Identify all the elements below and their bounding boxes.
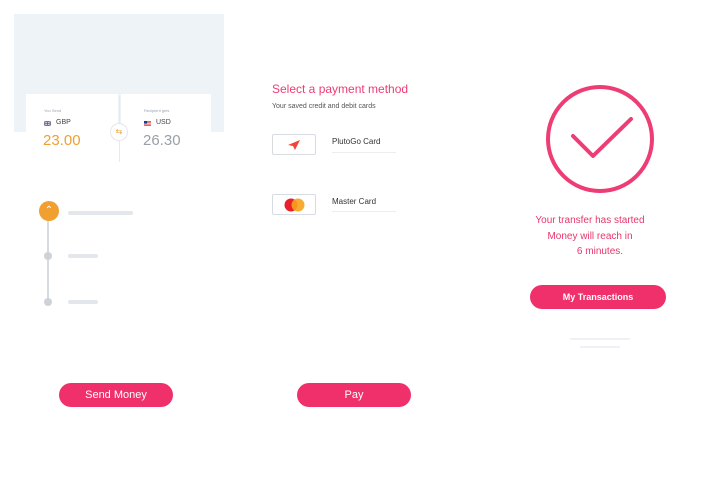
active-step-icon[interactable]: ⌃ <box>39 201 59 221</box>
mastercard-label[interactable]: Master Card <box>332 197 376 206</box>
transfer-started-text: Your transfer has started <box>535 215 645 226</box>
payment-title: Select a payment method <box>272 82 409 96</box>
step-dot[interactable] <box>44 298 52 306</box>
step-placeholder-bar <box>68 300 98 304</box>
placeholder-line <box>570 338 630 340</box>
you-send-label: You Send <box>44 108 62 113</box>
from-currency: GBP <box>56 119 71 126</box>
mastercard-logo-icon <box>284 198 305 212</box>
send-money-button[interactable]: Send Money <box>59 383 173 407</box>
placeholder-line <box>580 346 620 348</box>
mastercard-option[interactable] <box>272 194 316 215</box>
to-amount: 26.30 <box>143 132 181 149</box>
eta-text: 6 minutes. <box>576 246 624 257</box>
uk-flag-icon <box>44 121 51 126</box>
send-amount-card[interactable]: You Send GBP 23.00 <box>26 94 118 164</box>
to-currency: USD <box>156 119 171 126</box>
pay-button[interactable]: Pay <box>297 383 411 407</box>
swap-currency-icon[interactable]: ⇆ <box>110 123 128 141</box>
option-underline <box>332 211 396 212</box>
step-dot[interactable] <box>44 252 52 260</box>
plutogo-card-option[interactable] <box>272 134 316 155</box>
progress-line <box>47 218 49 304</box>
step-placeholder-bar <box>68 211 133 215</box>
my-transactions-button[interactable]: My Transactions <box>530 285 666 309</box>
from-amount: 23.00 <box>43 132 81 149</box>
option-underline <box>332 152 396 153</box>
us-flag-icon <box>144 121 151 126</box>
plutogo-card-label[interactable]: PlutoGo Card <box>332 137 380 146</box>
plutogo-logo-icon <box>288 140 300 150</box>
step-placeholder-bar <box>68 254 98 258</box>
success-check-icon <box>546 85 654 193</box>
receive-amount-card[interactable]: Recipient gets USD 26.30 <box>121 94 211 164</box>
payment-subtitle: Your saved credit and debit cards <box>272 103 376 110</box>
money-reach-text: Money will reach in <box>547 231 633 242</box>
recipient-gets-label: Recipient gets <box>144 108 170 113</box>
